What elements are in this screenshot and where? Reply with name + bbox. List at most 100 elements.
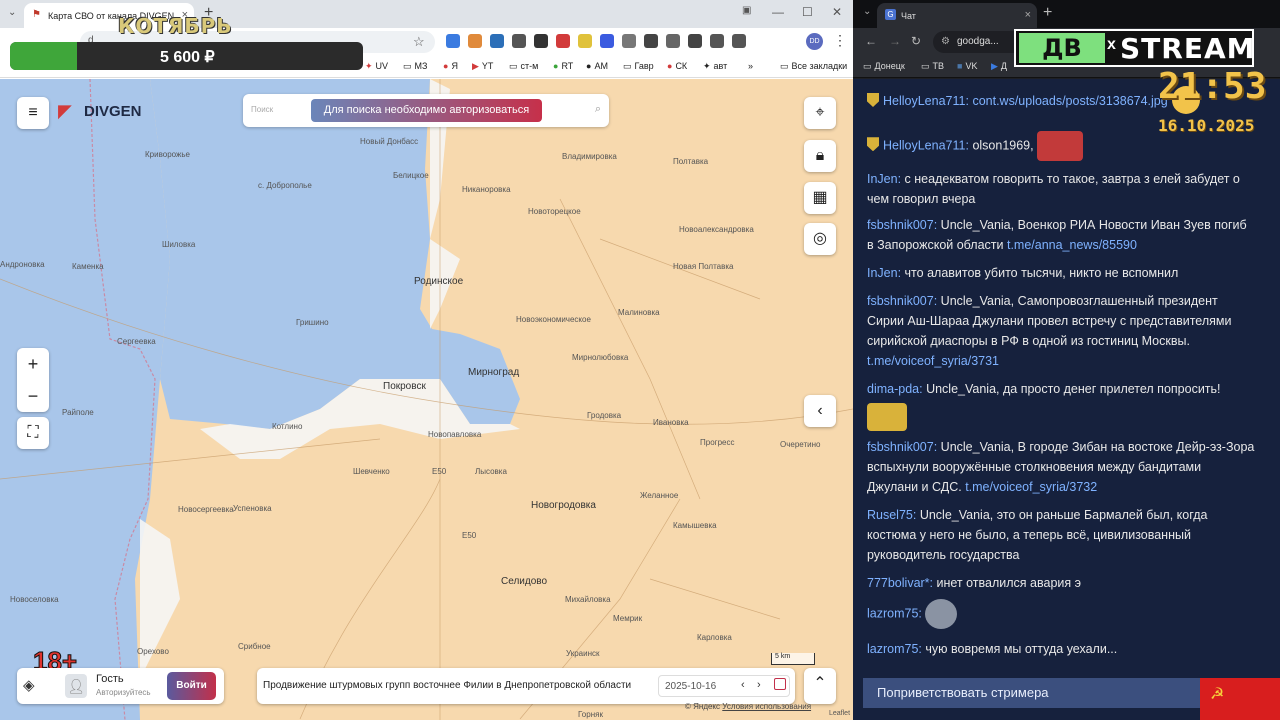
chat-link[interactable]: t.me/voiceof_syria/3732 (965, 480, 1097, 494)
bookmark-item[interactable]: ● RT (553, 61, 573, 71)
extension-icon[interactable] (600, 34, 614, 48)
chat-nickname[interactable]: InJen: (867, 172, 901, 186)
all-bookmarks[interactable]: ▭ Все закладки (780, 61, 847, 72)
bookmark-item[interactable]: ✦ авт (703, 61, 727, 72)
translate-icon[interactable] (732, 34, 746, 48)
city-label: Райполе (62, 408, 94, 417)
fullscreen-button[interactable]: ⛶ (17, 417, 49, 449)
layers-icon[interactable]: ◈ (23, 676, 35, 694)
bookmark-item[interactable]: ✦ UV (365, 61, 388, 72)
chat-nickname[interactable]: dima-pda: (867, 382, 923, 396)
date-prev-chevron-icon[interactable]: ‹ (741, 679, 745, 691)
city-label: Криворожье (145, 150, 190, 159)
chat-text: Uncle_Vania, да просто денег прилетел по… (926, 382, 1221, 396)
tab-search-icon[interactable]: ▣ (742, 5, 751, 16)
city-label: Новоалександровка (679, 225, 754, 234)
ruler-button[interactable]: ▦ (804, 182, 836, 214)
menu-kebab-icon[interactable]: ⋮ (833, 32, 847, 49)
chat-link[interactable]: cont.ws/uploads/posts/3138674.jpg (972, 94, 1167, 108)
extension-icon[interactable] (534, 34, 548, 48)
calendar-icon[interactable] (774, 678, 786, 690)
bookmark-item[interactable]: ▶ Д (991, 61, 1007, 72)
login-button[interactable]: Войти (167, 672, 216, 700)
collapse-panel-button[interactable]: ‹ (804, 395, 836, 427)
lock-button[interactable]: 🔒︎ (804, 140, 836, 172)
chat-nickname[interactable]: 777bolivar*: (867, 576, 933, 590)
guest-name: Гость (96, 673, 124, 685)
bookmark-item[interactable]: ▭ Донецк (863, 61, 905, 72)
back-arrow-icon[interactable]: ← (865, 34, 877, 48)
bookmark-item[interactable]: ● AM (586, 61, 608, 71)
location-pin-button[interactable]: ⌖ (804, 97, 836, 129)
tab-search-chevron-icon[interactable]: ⌄ (8, 7, 16, 18)
bookmark-item[interactable]: ▭ ТВ (921, 61, 944, 72)
extension-icon[interactable] (556, 34, 570, 48)
key-icon[interactable] (688, 34, 702, 48)
bookmark-item[interactable]: ▭ МЗ (403, 61, 427, 72)
city-label: Каменка (72, 262, 104, 271)
chat-nickname[interactable]: fsbshnik007: (867, 440, 937, 454)
chat-message: dima-pda: Uncle_Vania, да просто денег п… (867, 379, 1255, 431)
bookmark-item[interactable]: ■ VK (957, 61, 977, 71)
extension-icon[interactable] (490, 34, 504, 48)
bookmark-star-icon[interactable]: ☆ (413, 34, 425, 50)
link-icon[interactable] (710, 34, 724, 48)
extension-icon[interactable] (644, 34, 658, 48)
bookmark-item[interactable]: ▶ YT (472, 61, 493, 72)
city-label: Шиловка (162, 240, 196, 249)
new-tab-button[interactable]: + (1043, 4, 1052, 22)
news-headline[interactable]: Продвижение штурмовых групп восточнее Фи… (263, 680, 631, 691)
date-next-chevron-icon[interactable]: › (757, 679, 761, 691)
extension-icon[interactable] (578, 34, 592, 48)
search-icon[interactable]: ⌕ (595, 103, 601, 116)
map-scale: 5 km (771, 653, 815, 665)
site-info-icon[interactable]: ⚙ (941, 36, 950, 47)
chat-nickname[interactable]: HelloyLena711: (883, 94, 969, 108)
bookmark-item[interactable]: ▭ ст-м (509, 61, 538, 72)
bookmark-item[interactable]: ▭ Гавр (623, 61, 654, 72)
bookmark-item[interactable]: ● Я (443, 61, 458, 71)
extension-icon[interactable] (622, 34, 636, 48)
terms-link[interactable]: Условия использования (722, 702, 811, 711)
close-window-button[interactable]: ✕ (832, 5, 842, 19)
chat-link[interactable]: t.me/anna_news/85590 (1007, 238, 1137, 252)
divgen-map[interactable]: ≡ ◤ DIVGEN Поиск Для поиска необходимо а… (0, 79, 853, 720)
city-label: Мирноград (468, 367, 520, 378)
tab-chat[interactable]: G Чат × (877, 3, 1037, 28)
map-search-box[interactable]: Поиск Для поиска необходимо авторизовать… (243, 94, 609, 127)
chat-nickname[interactable]: lazrom75: (867, 606, 922, 620)
maximize-button[interactable]: ☐ (802, 5, 813, 19)
tab-close-icon[interactable]: × (1025, 9, 1031, 21)
chat-nickname[interactable]: fsbshnik007: (867, 218, 937, 232)
chat-nickname[interactable]: HelloyLena711: (883, 138, 969, 152)
profile-avatar[interactable]: DD (806, 33, 823, 50)
chat-text: с неадекватом говорить то такое, завтра … (867, 172, 1240, 206)
bookmark-item[interactable]: ● СК (667, 61, 687, 71)
donation-progress-bar: 5 600 ₽ (10, 42, 363, 70)
tab-search-chevron-icon[interactable]: ⌄ (863, 6, 871, 17)
shrug-emote-icon (925, 599, 958, 629)
target-radius-button[interactable]: ◎ (804, 223, 836, 255)
zoom-out-button[interactable]: − (17, 380, 49, 412)
chat-nickname[interactable]: InJen: (867, 266, 901, 280)
chat-link[interactable]: t.me/voiceof_syria/3731 (867, 354, 999, 368)
forward-arrow-icon[interactable]: → (889, 34, 901, 48)
extension-icon[interactable] (468, 34, 482, 48)
city-label: Шевченко (353, 467, 390, 476)
bookmarks-overflow-icon[interactable]: » (748, 61, 753, 71)
chat-nickname[interactable]: lazrom75: (867, 642, 922, 656)
date-field[interactable]: 2025-10-16 ‹ › (658, 675, 790, 697)
chat-nickname[interactable]: fsbshnik007: (867, 294, 937, 308)
expand-up-button[interactable]: ⌃ (804, 668, 836, 704)
zoom-in-button[interactable]: + (17, 348, 49, 380)
hamburger-menu-button[interactable]: ≡ (17, 97, 49, 129)
extension-icon[interactable] (512, 34, 526, 48)
reload-icon[interactable]: ↻ (911, 34, 921, 48)
chat-nickname[interactable]: Rusel75: (867, 508, 916, 522)
extension-icon[interactable] (446, 34, 460, 48)
leaflet-attribution[interactable]: Leaflet (829, 710, 850, 717)
puzzle-extensions-icon[interactable] (666, 34, 680, 48)
city-label: Владимировка (562, 152, 617, 161)
minimize-button[interactable]: — (772, 5, 784, 19)
search-auth-notice[interactable]: Для поиска необходимо авторизоваться (311, 99, 542, 122)
